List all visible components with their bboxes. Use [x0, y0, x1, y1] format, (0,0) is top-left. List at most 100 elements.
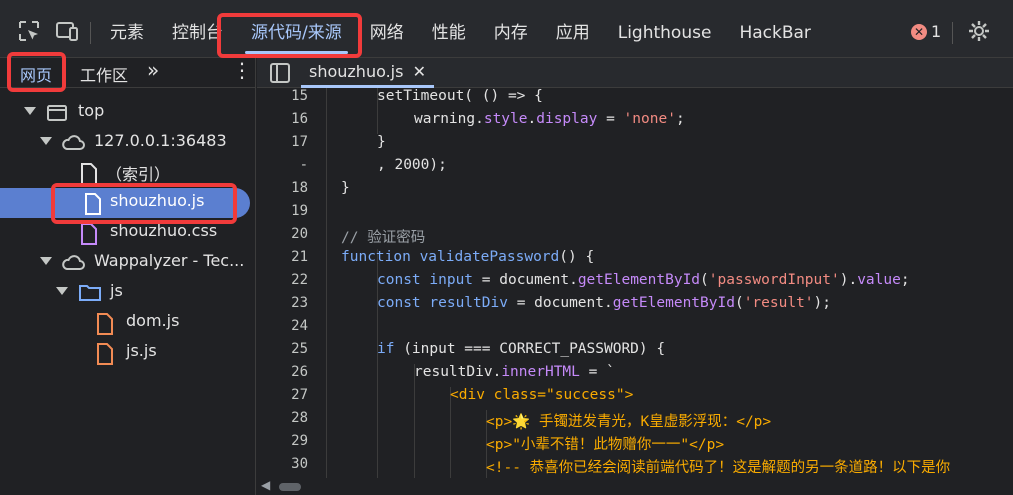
chevron-down-icon: [56, 287, 68, 295]
tree-item-label: shouzhuo.css: [110, 221, 218, 240]
tab-network[interactable]: 网络: [356, 0, 418, 58]
cloud-icon: [62, 255, 85, 270]
tree-item-shouzhuo-js[interactable]: shouzhuo.js: [0, 188, 250, 218]
line-number: 29: [291, 433, 308, 449]
indent-guide: [414, 364, 415, 478]
js-file-icon: [97, 343, 113, 365]
tab-performance[interactable]: 性能: [418, 0, 480, 58]
tab-workspace[interactable]: 工作区: [80, 62, 128, 86]
js-file-icon: [97, 313, 113, 335]
inspect-element-icon[interactable]: [16, 18, 42, 44]
tree-item-shouzhuo-css[interactable]: shouzhuo.css: [0, 218, 256, 248]
line-number: 24: [291, 318, 308, 334]
line-number: 25: [291, 341, 308, 357]
code-line-15: setTimeout( () => {: [377, 88, 543, 104]
cloud-icon: [62, 135, 85, 150]
tab-page[interactable]: 网页: [20, 62, 52, 86]
css-file-icon: [81, 223, 97, 245]
line-number: 18: [291, 180, 308, 196]
error-count: 1: [931, 22, 942, 41]
tree-item-js-js[interactable]: js.js: [0, 338, 256, 368]
code-line-17: }: [377, 134, 386, 150]
editor-tab-shouzhuo-js[interactable]: shouzhuo.js ✕: [301, 58, 434, 88]
chevron-down-icon: [40, 257, 52, 265]
code-line-22: const input = document.getElementById('p…: [377, 272, 910, 288]
toggle-navigator-icon[interactable]: [269, 62, 291, 84]
tree-item-label: top: [78, 101, 105, 120]
code-area[interactable]: 15 16 17 - 18 19 20 21 22 23 24 25 26 27…: [257, 88, 1013, 478]
code-line-27: <div class="success">: [450, 387, 634, 403]
line-number: 16: [291, 111, 308, 127]
line-number: 20: [291, 226, 308, 242]
tree-item-label: 127.0.0.1:36483: [94, 131, 227, 150]
code-line-30: <!-- 恭喜你已经会阅读前端代码了！这是解题的另一条道路！以下是你: [486, 460, 951, 476]
horizontal-scrollbar[interactable]: ◀: [257, 478, 1013, 495]
tree-item-index[interactable]: （索引）: [0, 158, 256, 188]
device-toolbar-icon[interactable]: [54, 18, 80, 44]
line-number: 21: [291, 249, 308, 265]
line-number: -: [299, 157, 308, 173]
code-line-16: warning.style.display = 'none';: [414, 111, 685, 127]
tab-application[interactable]: 应用: [542, 0, 604, 58]
toolbar-separator: [952, 22, 953, 44]
js-file-icon: [85, 193, 101, 215]
line-number: 17: [291, 134, 308, 150]
tab-elements[interactable]: 元素: [96, 0, 158, 58]
gear-icon[interactable]: [966, 18, 992, 44]
editor-tabs: shouzhuo.js ✕: [257, 58, 1013, 88]
line-number: 26: [291, 364, 308, 380]
error-counter[interactable]: ✕ 1: [911, 22, 941, 41]
code-editor: shouzhuo.js ✕ 15 16 17 - 18 19 20 21 22 …: [257, 58, 1013, 495]
folder-icon: [79, 285, 101, 301]
close-icon[interactable]: ✕: [413, 62, 426, 81]
code-line-29: <p>"小辈不错！此物赠你一一"</p>: [486, 437, 725, 453]
tree-item-host[interactable]: 127.0.0.1:36483: [0, 128, 256, 158]
tree-item-top[interactable]: top: [0, 98, 256, 128]
code-line-28: <p>🌟 手镯迸发青光，K皇虚影浮现：</p>: [486, 414, 772, 430]
tab-memory[interactable]: 内存: [480, 0, 542, 58]
navigator-tabs: 网页 工作区 » ⋮: [0, 58, 255, 88]
scrollbar-thumb[interactable]: [279, 483, 301, 491]
tree-item-label: shouzhuo.js: [110, 191, 205, 210]
tree-item-label: Wappalyzer - Tec...: [94, 251, 245, 270]
frame-icon: [47, 105, 67, 121]
line-number: 23: [291, 295, 308, 311]
file-icon: [81, 163, 97, 185]
line-number: 27: [291, 387, 308, 403]
tree-item-label: dom.js: [126, 311, 180, 330]
editor-tab-label: shouzhuo.js: [309, 62, 404, 81]
tab-hackbar[interactable]: HackBar: [725, 0, 824, 58]
more-tabs-icon[interactable]: »: [147, 58, 159, 82]
tab-sources[interactable]: 源代码/来源: [237, 0, 356, 58]
toolbar-separator: [90, 22, 91, 44]
tab-console[interactable]: 控制台: [158, 0, 237, 58]
panel-tabs: 元素 控制台 源代码/来源 网络 性能 内存 应用 Lighthouse Hac…: [96, 0, 825, 58]
more-options-icon[interactable]: ⋮: [232, 58, 252, 82]
tree-item-label: js.js: [126, 341, 157, 360]
line-number: 15: [291, 88, 308, 104]
chevron-down-icon: [24, 107, 36, 115]
chevron-down-icon: [40, 137, 52, 145]
scroll-left-icon[interactable]: ◀: [261, 478, 270, 492]
tree-item-label: js: [110, 281, 123, 300]
code-line-23: const resultDiv = document.getElementByI…: [377, 295, 831, 311]
tab-lighthouse[interactable]: Lighthouse: [604, 0, 726, 58]
tree-item-dom-js[interactable]: dom.js: [0, 308, 256, 338]
line-number: 28: [291, 410, 308, 426]
tree-item-label: （索引）: [106, 165, 171, 184]
code-line-26: resultDiv.innerHTML = `: [414, 364, 615, 380]
line-number: 22: [291, 272, 308, 288]
error-icon: ✕: [911, 23, 927, 40]
tree-item-js-folder[interactable]: js: [0, 278, 256, 308]
navigator-sidebar: 网页 工作区 » ⋮ top 127.0.0.1:36483 （索引） shou…: [0, 58, 256, 495]
devtools-toolbar: 元素 控制台 源代码/来源 网络 性能 内存 应用 Lighthouse Hac…: [0, 0, 1013, 58]
code-line-25: if (input === CORRECT_PASSWORD) {: [377, 341, 666, 357]
line-number: 19: [291, 203, 308, 219]
line-number: 30: [291, 456, 308, 472]
code-line-17-wrap: , 2000);: [377, 157, 447, 173]
line-number-gutter: 15 16 17 - 18 19 20 21 22 23 24 25 26 27…: [257, 88, 327, 478]
code-line-20: // 验证密码: [341, 230, 426, 246]
tree-item-wappalyzer[interactable]: Wappalyzer - Tec...: [0, 248, 256, 278]
code-line-18: }: [341, 180, 350, 196]
code-line-21: function validatePassword() {: [341, 249, 595, 265]
